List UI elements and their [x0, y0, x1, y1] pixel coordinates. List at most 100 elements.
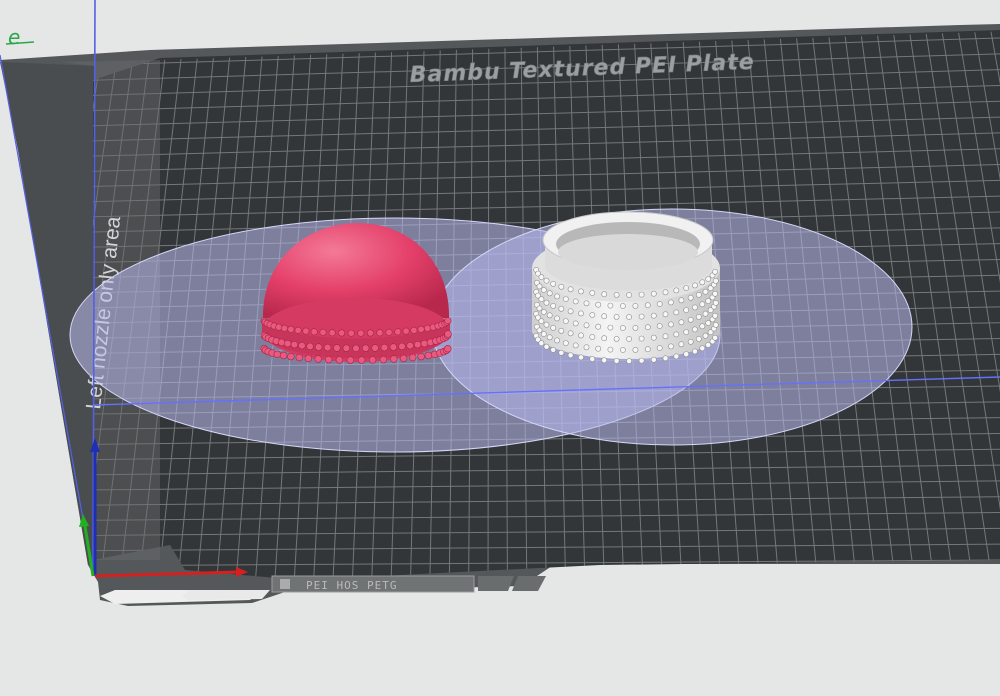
- ring-stud: [692, 326, 698, 333]
- dome-stud: [319, 328, 327, 336]
- ring-stud: [578, 332, 584, 339]
- dome-stud: [366, 329, 374, 337]
- dome-stud: [409, 353, 417, 362]
- ring-stud: [543, 343, 550, 350]
- ring-stud: [668, 299, 674, 306]
- dome-stud: [357, 329, 365, 337]
- ring-stud: [683, 285, 690, 291]
- dome-stud: [342, 344, 351, 352]
- ring-stud: [662, 333, 669, 340]
- ring-stud: [572, 320, 579, 327]
- ring-stud: [601, 291, 608, 298]
- dome-stud: [420, 339, 429, 348]
- ring-stud: [595, 345, 602, 352]
- dome-stud: [287, 352, 295, 361]
- bed-tab-right: [478, 576, 514, 591]
- ring-stud: [662, 355, 669, 362]
- ring-stud: [546, 334, 553, 341]
- ring-stud: [601, 313, 608, 320]
- dome-stud: [310, 328, 318, 336]
- ring-stud: [712, 290, 718, 297]
- ring-stud: [620, 325, 626, 331]
- ring-stud: [683, 307, 690, 313]
- dome-stud: [417, 352, 425, 361]
- ring-stud: [678, 319, 685, 326]
- bed-marking-icon: [280, 579, 290, 589]
- plate-number-icon: e: [8, 25, 20, 49]
- dome-stud: [275, 323, 283, 331]
- ring-stud: [662, 311, 669, 318]
- dome-stud: [283, 339, 292, 348]
- dome-stud: [277, 338, 286, 347]
- dome-stud: [379, 355, 388, 364]
- ring-stud: [692, 282, 698, 289]
- dome-stud: [410, 326, 418, 334]
- dome-stud: [444, 317, 452, 325]
- 3d-viewport[interactable]: Bambu Textured PEI Plate Left nozzle onl…: [0, 0, 1000, 696]
- dome-stud: [406, 341, 414, 350]
- ring-stud: [650, 334, 657, 341]
- ring-stud: [626, 336, 632, 342]
- ring-stud: [613, 291, 620, 298]
- ring-stud: [567, 352, 574, 359]
- ring-stud: [695, 291, 702, 298]
- ring-stud: [583, 300, 590, 307]
- ring-stud: [554, 315, 560, 322]
- ring-stud: [589, 334, 596, 340]
- ring-stud: [673, 331, 680, 338]
- dome-stud: [385, 328, 393, 336]
- studded-ring-object[interactable]: [532, 211, 720, 364]
- ring-stud: [546, 290, 553, 297]
- ring-stud: [578, 354, 584, 361]
- ring-stud: [668, 343, 674, 350]
- dome-stud: [302, 327, 310, 335]
- ring-stud: [589, 312, 596, 318]
- dome-stud: [346, 356, 355, 364]
- dome-stud: [273, 350, 281, 358]
- dome-stud: [423, 324, 431, 332]
- dome-stud: [314, 355, 322, 363]
- dome-stud: [390, 355, 398, 363]
- ring-stud: [595, 323, 602, 330]
- ring-stud: [705, 320, 712, 326]
- dome-stud: [352, 344, 360, 352]
- ring-stud: [650, 312, 657, 319]
- ring-stud: [613, 313, 620, 320]
- dome-stud: [417, 325, 425, 333]
- ring-stud: [668, 321, 674, 328]
- ring-stud: [656, 301, 663, 307]
- ring-stud: [567, 308, 574, 315]
- ring-stud: [583, 344, 590, 351]
- ring-stud: [678, 341, 685, 348]
- ring-stud: [644, 324, 651, 331]
- bed-marking-text: PEI HOS PETG: [306, 579, 397, 592]
- ring-stud: [578, 310, 584, 317]
- dome-stud: [399, 354, 408, 363]
- ring-stud: [702, 288, 709, 295]
- ring-stud: [695, 313, 702, 320]
- dome-stud: [294, 326, 302, 334]
- dome-stud: [444, 330, 452, 338]
- dome-stud: [323, 343, 332, 352]
- ring-stud: [601, 335, 608, 342]
- ring-stud: [567, 286, 574, 293]
- ring-stud: [613, 335, 620, 342]
- dome-stud: [389, 343, 398, 351]
- dome-stud: [306, 342, 314, 351]
- dome-stud: [357, 356, 366, 364]
- ring-stud: [550, 346, 557, 353]
- ring-stud: [702, 310, 709, 317]
- ring-stud: [632, 302, 639, 309]
- ring-stud: [712, 277, 719, 284]
- ring-stud: [687, 338, 694, 345]
- ring-stud: [620, 347, 626, 353]
- ring-stud: [550, 324, 557, 331]
- ring-stud: [562, 296, 569, 302]
- ring-stud: [562, 340, 569, 346]
- ring-stud: [692, 304, 698, 311]
- ring-stud: [699, 279, 706, 286]
- ring-stud: [550, 280, 557, 287]
- dome-stud: [287, 325, 295, 333]
- ring-stud: [536, 283, 543, 290]
- bottom-tab-2: [182, 590, 270, 600]
